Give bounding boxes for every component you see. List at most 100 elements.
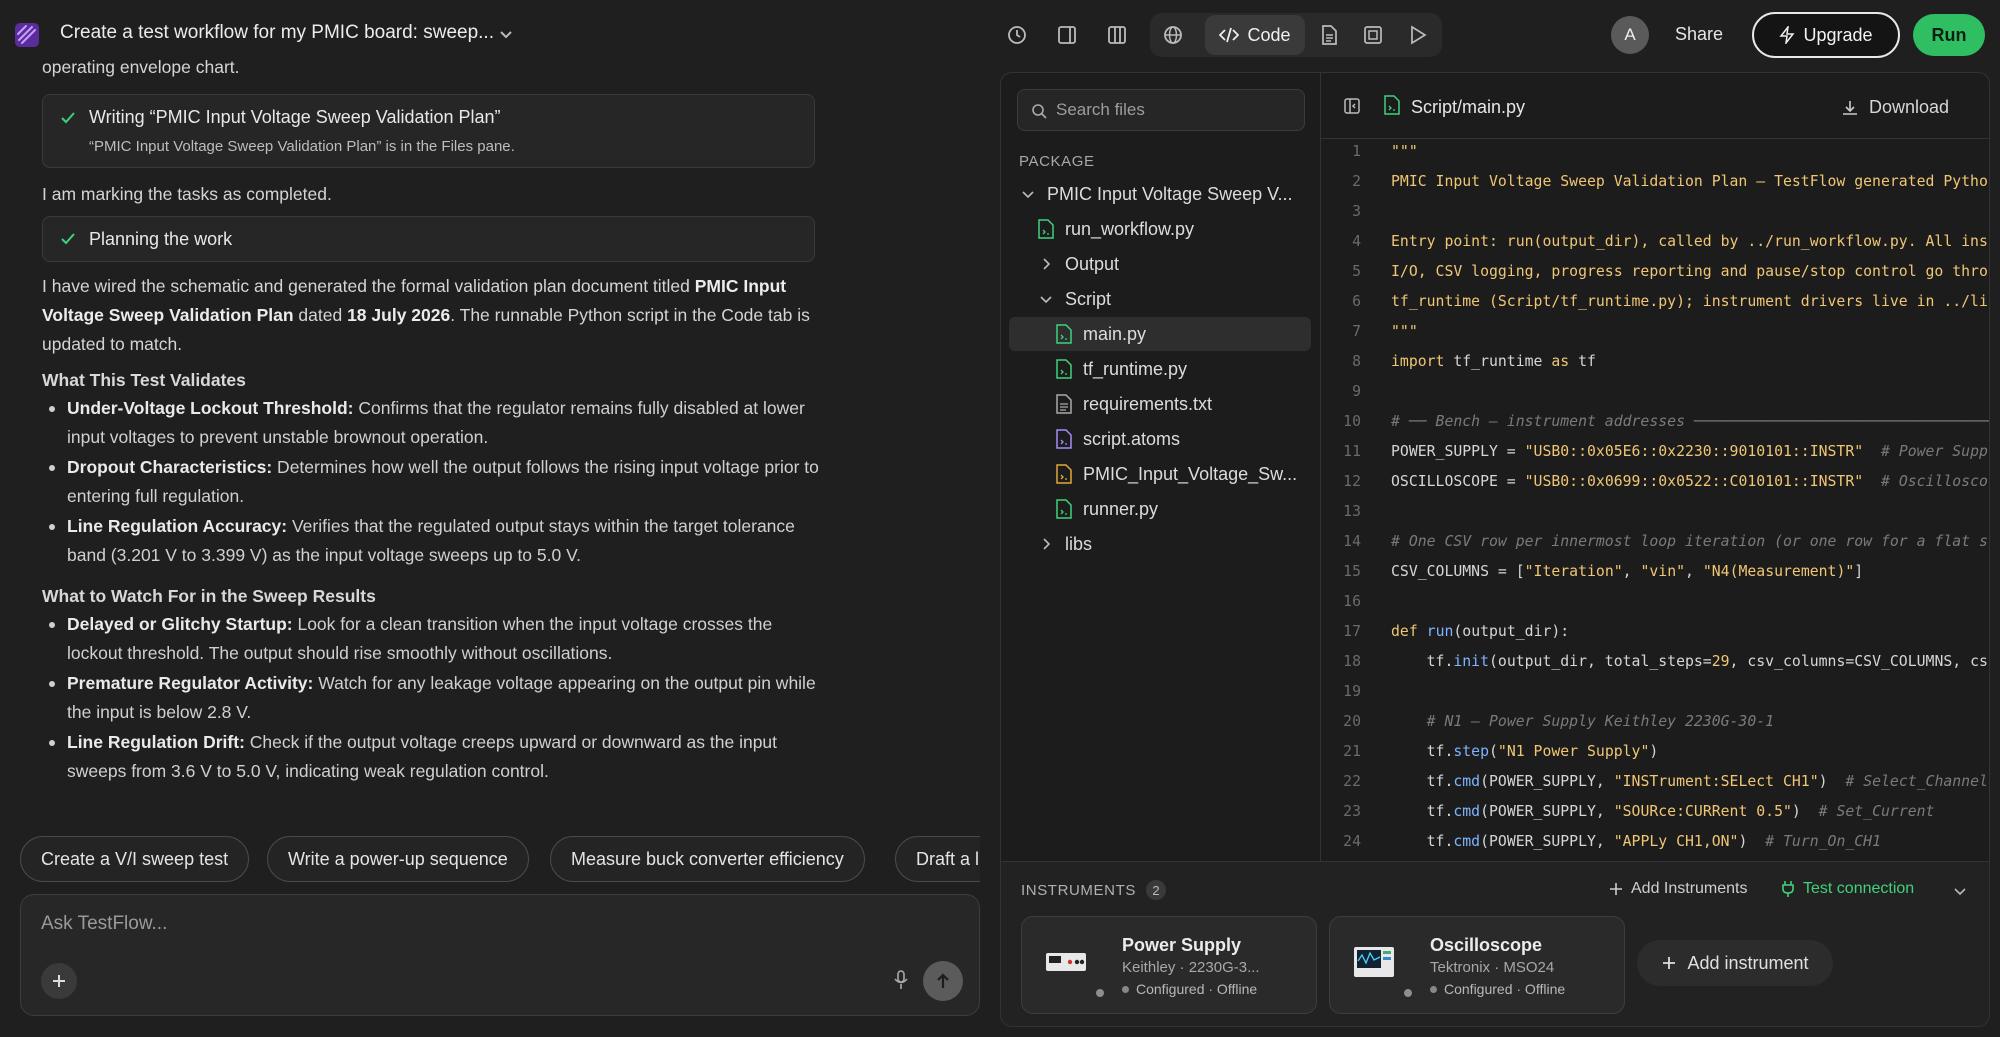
section-heading: What This Test Validates — [42, 370, 246, 390]
globe-icon[interactable] — [1158, 20, 1188, 50]
suggestion-chip[interactable]: Create a V/I sweep test — [20, 836, 250, 882]
list-item: Premature Regulator Activity: Watch for … — [49, 669, 822, 727]
code-line: # ── Bench — instrument addresses ──────… — [1391, 413, 1990, 430]
chevron-down-icon[interactable] — [1953, 884, 1967, 898]
tree-item-script-folder[interactable]: Script — [1009, 282, 1311, 316]
code-line: tf.init(output_dir, total_steps=29, csv_… — [1391, 653, 1988, 670]
tree-item-tf-runtime[interactable]: tf_runtime.py — [1009, 352, 1311, 386]
sidebar-collapse-icon[interactable] — [1343, 97, 1361, 115]
suggestion-chip[interactable]: Draft a l — [895, 836, 980, 882]
summary-paragraph: I have wired the schematic and generated… — [42, 276, 810, 354]
instrument-card-oscilloscope[interactable]: Oscilloscope Tektronix · MSO24 Configure… — [1329, 916, 1625, 1014]
split-view-icon[interactable] — [1102, 20, 1132, 50]
add-instrument-label: Add instrument — [1687, 952, 1809, 973]
code-line: tf.cmd(POWER_SUPPLY, "APPLy CH1,ON") # T… — [1391, 833, 1881, 850]
message-input[interactable] — [41, 913, 841, 935]
schematic-icon[interactable] — [1358, 20, 1388, 50]
upgrade-button[interactable]: Upgrade — [1752, 12, 1900, 58]
tree-item-package-root[interactable]: PMIC Input Voltage Sweep V... — [1009, 177, 1311, 211]
avatar[interactable]: A — [1611, 16, 1649, 54]
line-number: 13 — [1343, 503, 1361, 520]
instruments-bar: INSTRUMENTS 2 Add Instruments Test conne… — [1001, 861, 1989, 1026]
add-instruments-link[interactable]: Add Instruments — [1609, 880, 1748, 898]
suggestion-chip[interactable]: Measure buck converter efficiency — [550, 836, 865, 882]
tree-item-requirements[interactable]: requirements.txt — [1009, 387, 1311, 421]
message-text: operating envelope chart. — [42, 60, 240, 77]
code-area[interactable]: 1 2 3 4 5 6 7 8 9 10 11 12 13 14 15 16 1… — [1321, 143, 1990, 861]
tree-item-label: requirements.txt — [1083, 393, 1213, 414]
attach-button[interactable] — [41, 963, 77, 999]
share-button[interactable]: Share — [1675, 24, 1723, 45]
line-number: 1 — [1352, 143, 1361, 160]
conversation-title[interactable]: Create a test workflow for my PMIC board… — [60, 22, 494, 44]
add-instrument-button[interactable]: Add instrument — [1637, 940, 1833, 986]
chevron-down-icon[interactable] — [498, 26, 514, 42]
line-number: 11 — [1343, 443, 1361, 460]
toggle-panel-icon[interactable] — [1052, 20, 1082, 50]
tree-item-label: runner.py — [1083, 498, 1159, 519]
status-dot — [1094, 987, 1106, 999]
line-number: 3 — [1352, 203, 1361, 220]
document-file-icon — [1056, 464, 1072, 484]
line-number: 5 — [1352, 263, 1361, 280]
instrument-card-power-supply[interactable]: Power Supply Keithley · 2230G-3... Confi… — [1021, 916, 1317, 1014]
line-number: 17 — [1343, 623, 1361, 640]
plus-icon — [1663, 957, 1676, 969]
line-number: 6 — [1352, 293, 1361, 310]
tree-item-runner[interactable]: runner.py — [1009, 492, 1311, 526]
suggestion-chips: Create a V/I sweep test Write a power-up… — [20, 836, 980, 884]
code-line: OSCILLOSCOPE = "USB0::0x0699::0x0522::C0… — [1391, 473, 1988, 490]
app-logo-icon[interactable] — [14, 22, 40, 48]
file-path: Script/main.py — [1411, 97, 1526, 117]
tree-item-label: run_workflow.py — [1065, 218, 1195, 239]
line-number: 14 — [1343, 533, 1361, 550]
instruments-count-badge: 2 — [1145, 880, 1166, 900]
chevron-down-icon — [1022, 191, 1034, 199]
test-connection-button[interactable]: Test connection — [1781, 880, 1914, 898]
editor-header: Script/main.py Download — [1321, 73, 1989, 139]
code-editor: Script/main.py Download 1 2 3 4 5 6 7 8 … — [1321, 73, 1990, 861]
instrument-name: Power Supply — [1122, 935, 1242, 955]
python-file-icon — [1038, 219, 1054, 239]
code-line: import tf_runtime as tf — [1391, 353, 1596, 370]
package-label: PACKAGE — [1019, 153, 1095, 170]
run-button[interactable]: Run — [1913, 14, 1985, 56]
task-step[interactable]: Writing “PMIC Input Voltage Sweep Valida… — [42, 94, 815, 168]
instrument-status: Configured · Offline — [1430, 981, 1565, 997]
python-file-icon — [1056, 499, 1072, 519]
tree-item-output-folder[interactable]: Output — [1009, 247, 1311, 281]
chevron-right-icon — [1043, 258, 1051, 270]
download-button[interactable]: Download — [1841, 97, 1949, 118]
line-number: 23 — [1343, 803, 1361, 820]
task-step[interactable]: Planning the work — [42, 216, 815, 262]
list-item: Line Regulation Drift: Check if the outp… — [49, 728, 822, 786]
microphone-icon[interactable] — [893, 969, 909, 991]
code-line: I/O, CSV logging, progress reporting and… — [1391, 263, 1988, 280]
tree-item-label: Script — [1065, 288, 1112, 309]
suggestion-chip[interactable]: Write a power-up sequence — [267, 836, 529, 882]
instrument-name: Oscilloscope — [1430, 935, 1543, 955]
oscilloscope-thumbnail — [1354, 947, 1394, 977]
send-button[interactable] — [923, 961, 963, 1001]
tree-item-label: main.py — [1083, 323, 1147, 344]
tree-item-label: tf_runtime.py — [1083, 358, 1188, 379]
line-number: 15 — [1343, 563, 1361, 580]
tab-code[interactable]: Code — [1205, 15, 1305, 55]
code-line: def run(output_dir): — [1391, 623, 1570, 640]
tree-item-libs-folder[interactable]: libs — [1009, 527, 1311, 561]
line-number: 24 — [1343, 833, 1361, 850]
line-number: 21 — [1343, 743, 1361, 760]
search-input[interactable] — [1056, 100, 1296, 120]
code-line: tf.cmd(POWER_SUPPLY, "INSTrument:SELect … — [1391, 773, 1988, 790]
task-step-title: Planning the work — [89, 229, 233, 249]
code-line: Entry point: run(output_dir), called by … — [1391, 233, 1988, 250]
play-icon[interactable] — [1403, 20, 1433, 50]
tree-item-plan-document[interactable]: PMIC_Input_Voltage_Sw... — [1009, 457, 1311, 491]
tree-item-run-workflow[interactable]: run_workflow.py — [1009, 212, 1311, 246]
document-icon[interactable] — [1314, 20, 1344, 50]
tree-item-script-atoms[interactable]: script.atoms — [1009, 422, 1311, 456]
tree-item-main-py[interactable]: main.py — [1009, 317, 1311, 351]
history-icon[interactable] — [1002, 20, 1032, 50]
line-number: 12 — [1343, 473, 1361, 490]
line-number: 22 — [1343, 773, 1361, 790]
